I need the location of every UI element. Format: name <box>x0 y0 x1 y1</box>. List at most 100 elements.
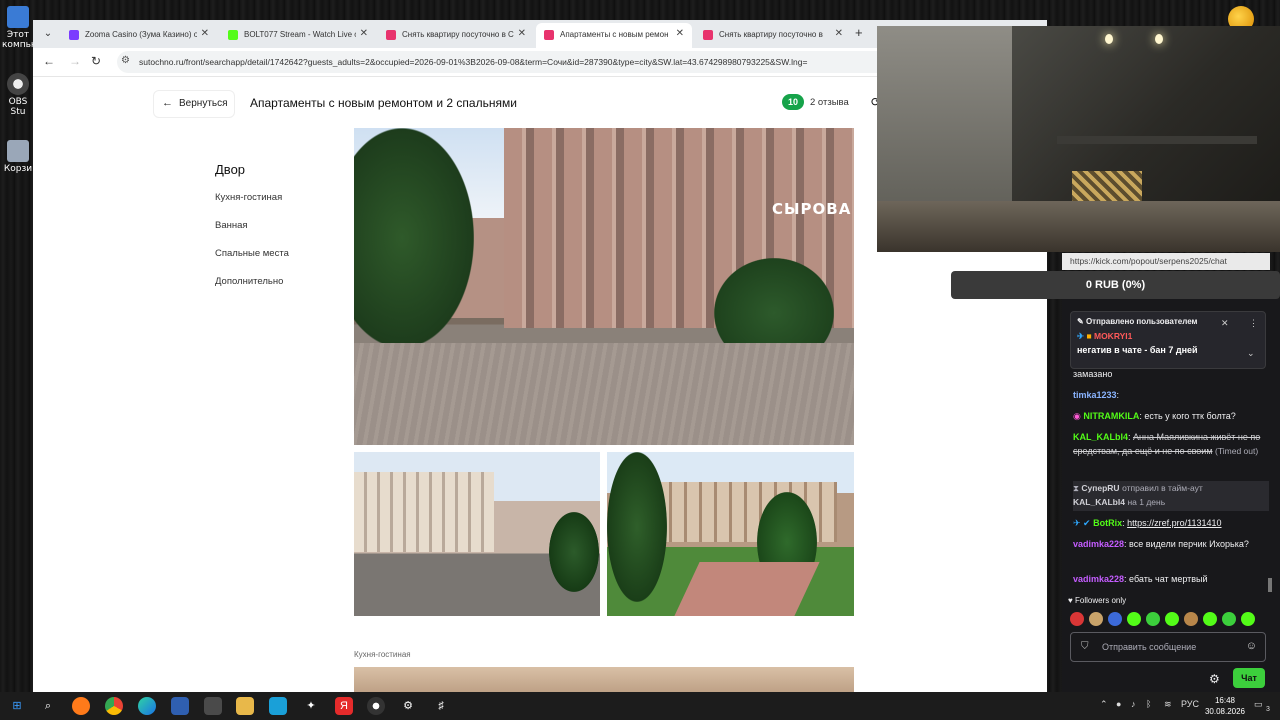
emote-icon[interactable] <box>1241 612 1255 626</box>
followers-only-text: Followers only <box>1074 596 1127 605</box>
courtyard-photo-2[interactable] <box>354 452 600 616</box>
pinned-user[interactable]: ✈ ■ MOKRYI1 <box>1077 331 1132 342</box>
emote-icon[interactable] <box>1146 612 1160 626</box>
nav-item-bathroom[interactable]: Ванная <box>215 220 248 231</box>
emote-icon[interactable] <box>1089 612 1103 626</box>
settings-icon[interactable]: ⚙ <box>399 697 417 715</box>
donation-goal-text: 0 RUB (0%) <box>1085 279 1146 291</box>
close-icon[interactable]: ✕ <box>201 28 209 39</box>
save-icon[interactable] <box>171 697 189 715</box>
emoji-picker-icon[interactable]: ☺ <box>1246 640 1257 652</box>
tab-sutochno-2[interactable]: Снять квартиру посуточно в ✕ <box>695 23 851 48</box>
forward-icon[interactable]: → <box>69 54 81 68</box>
close-icon[interactable]: ✕ <box>835 28 843 39</box>
chrome-icon[interactable] <box>105 697 123 715</box>
desktop-icon-computer[interactable]: Этот компью <box>2 6 39 50</box>
tab-bolt-stream[interactable]: BOLT077 Stream - Watch Live o ✕ <box>220 23 376 48</box>
chat-username[interactable]: KAL_KALbI4 <box>1073 432 1128 442</box>
chat-settings-icon[interactable]: ⚙ <box>1209 672 1220 686</box>
unpin-icon[interactable]: ✕ <box>1221 318 1229 329</box>
chat-username[interactable]: NITRAMKILA <box>1083 411 1139 421</box>
edge-icon[interactable] <box>138 697 156 715</box>
tab-search-button[interactable]: ⌄ <box>39 25 57 43</box>
mail-icon[interactable] <box>269 697 287 715</box>
store-icon[interactable] <box>204 697 222 715</box>
chat-username[interactable]: vadimka228 <box>1073 574 1124 584</box>
hashtag-app-icon[interactable]: ♯ <box>432 697 450 715</box>
firefox-icon[interactable] <box>72 697 90 715</box>
reviews-link[interactable]: 2 отзыва <box>810 97 849 108</box>
target-username[interactable]: KAL_KALbI4 <box>1073 497 1125 507</box>
webcam-overlay <box>877 26 1280 252</box>
chat-message: ◉ NITRAMKILA: есть у кого ттк болта? <box>1073 409 1269 423</box>
tab-apartments-active[interactable]: Апартаменты с новым ремон ✕ <box>536 23 692 48</box>
back-icon[interactable]: ← <box>43 54 55 68</box>
chevron-up-icon[interactable]: ⌃ <box>1100 699 1108 710</box>
favicon-icon <box>544 30 554 40</box>
recycle-bin-icon <box>7 140 29 162</box>
notifications-icon[interactable]: ▭ <box>1254 699 1263 710</box>
pinned-text: негатив в чате - бан 7 дней <box>1077 345 1198 355</box>
section-label-kitchen: Кухня-гостиная <box>354 650 411 659</box>
reload-icon[interactable]: ↻ <box>91 54 101 68</box>
emote-icon[interactable] <box>1165 612 1179 626</box>
emote-icon[interactable] <box>1108 612 1122 626</box>
chat-username[interactable]: BotRix <box>1093 518 1122 528</box>
tab-title: Zooma Casino (Зума Казино) о <box>85 30 197 39</box>
chat-send-button[interactable]: Чат <box>1233 668 1265 688</box>
chat-message-input[interactable]: ⛉ Отправить сообщение ☺ <box>1070 632 1266 662</box>
desktop-icon-obs[interactable]: OBS Stu <box>2 73 34 117</box>
close-icon[interactable]: ✕ <box>360 28 368 39</box>
emote-icon[interactable] <box>1203 612 1217 626</box>
back-button-label: Вернуться <box>179 98 228 109</box>
message-text: : ебать чат мертвый <box>1124 574 1208 584</box>
chat-scrollbar[interactable] <box>1268 578 1272 592</box>
new-tab-button[interactable]: + <box>855 25 863 40</box>
back-button[interactable]: ← Вернуться <box>153 90 235 118</box>
site-info-icon[interactable]: ⚙ <box>121 55 130 66</box>
obs-taskbar-icon[interactable] <box>367 697 385 715</box>
moderator-username[interactable]: СуперRU <box>1081 483 1119 493</box>
search-icon[interactable]: ⌕ <box>39 697 57 715</box>
chat-username[interactable]: vadimka228 <box>1073 539 1124 549</box>
chat-message: timka1233: <box>1073 388 1269 402</box>
yandex-icon[interactable]: Я <box>335 697 353 715</box>
wifi-icon[interactable]: ≋ <box>1164 699 1172 710</box>
emote-icon[interactable] <box>1222 612 1236 626</box>
nav-item-extra[interactable]: Дополнительно <box>215 276 283 287</box>
bluetooth-icon[interactable]: ᛒ <box>1146 699 1151 709</box>
clock-date: 30.08.2026 <box>1204 707 1246 716</box>
emote-icon[interactable] <box>1127 612 1141 626</box>
desktop-icon-recycle-bin[interactable]: Корзи <box>2 140 34 174</box>
photo-tree <box>354 128 474 348</box>
chat-username[interactable]: timka1233 <box>1073 390 1117 400</box>
pinned-title: ✎ Отправлено пользователем <box>1077 317 1197 326</box>
tab-sutochno-1[interactable]: Снять квартиру посуточно в С ✕ <box>378 23 534 48</box>
photo-tree <box>607 452 667 602</box>
emote-icon[interactable] <box>1070 612 1084 626</box>
close-icon[interactable]: ✕ <box>518 28 526 39</box>
nav-heading[interactable]: Двор <box>215 162 245 177</box>
message-link[interactable]: https://zref.pro/1131410 <box>1127 518 1221 528</box>
close-icon[interactable]: ✕ <box>676 28 684 39</box>
courtyard-photo-main[interactable]: СЫРОВА <box>354 128 854 445</box>
more-options-icon[interactable]: ⋮ <box>1249 318 1258 329</box>
chat-popout-url: https://kick.com/popout/serpens2025/chat <box>1070 256 1227 266</box>
tab-zooma[interactable]: Zooma Casino (Зума Казино) о ✕ <box>61 23 217 48</box>
kitchen-photo[interactable] <box>354 667 854 692</box>
sparkle-icon[interactable]: ✦ <box>302 697 320 715</box>
mic-icon[interactable]: ● <box>1116 699 1121 709</box>
notice-text: отправил в тайм-аут <box>1122 483 1203 493</box>
folder-icon[interactable] <box>236 697 254 715</box>
chat-popout-url-bar: https://kick.com/popout/serpens2025/chat <box>1062 253 1270 270</box>
taskbar-clock[interactable]: 16:48 30.08.2026 <box>1200 695 1250 717</box>
webcam-foreground <box>877 201 1280 252</box>
start-windows-icon[interactable]: ⊞ <box>8 697 26 715</box>
nav-item-kitchen[interactable]: Кухня-гостиная <box>215 192 282 203</box>
language-indicator[interactable]: РУС <box>1181 699 1199 709</box>
nav-item-bedrooms[interactable]: Спальные места <box>215 248 289 259</box>
volume-icon[interactable]: ♪ <box>1131 699 1136 709</box>
courtyard-photo-3[interactable] <box>607 452 854 616</box>
emote-icon[interactable] <box>1184 612 1198 626</box>
chevron-down-icon[interactable]: ⌄ <box>1247 348 1255 359</box>
